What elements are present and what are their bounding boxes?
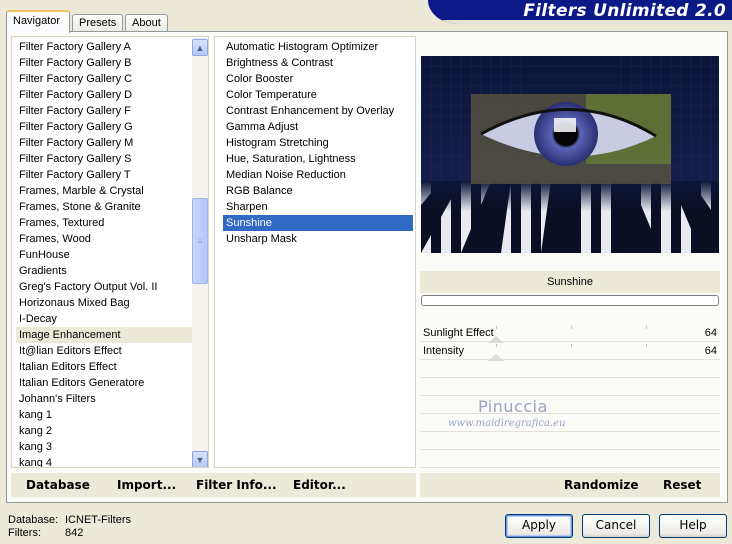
slider-value: 64	[704, 345, 717, 357]
help-button[interactable]: Help	[659, 514, 727, 538]
category-list[interactable]: Filter Factory Gallery A Filter Factory G…	[11, 36, 209, 468]
empty-slider-row	[420, 360, 720, 378]
filters-label: Filters:	[8, 527, 41, 539]
category-item[interactable]: Frames, Wood	[16, 231, 192, 247]
slider-tick	[496, 344, 497, 347]
watermark-name: Pinuccia	[478, 397, 548, 416]
database-info: Database: ICNET-Filters Filters: 842	[8, 514, 131, 540]
slider-tick	[646, 344, 647, 347]
tab-presets[interactable]: Presets	[72, 14, 123, 32]
filter-item[interactable]: Contrast Enhancement by Overlay	[223, 103, 413, 119]
category-item[interactable]: Filter Factory Gallery D	[16, 87, 192, 103]
empty-slider-row	[420, 432, 720, 450]
cancel-button[interactable]: Cancel	[582, 514, 650, 538]
slider-intensity[interactable]: Intensity 64	[420, 342, 720, 361]
empty-slider-row	[420, 396, 720, 414]
filter-item[interactable]: Brightness & Contrast	[223, 55, 413, 71]
category-item[interactable]: kang 4	[16, 455, 192, 467]
category-item[interactable]: Filter Factory Gallery F	[16, 103, 192, 119]
slider-tick	[646, 326, 647, 329]
filter-item[interactable]: Sunshine	[223, 215, 413, 231]
category-item[interactable]: Filter Factory Gallery G	[16, 119, 192, 135]
category-item[interactable]: Johann's Filters	[16, 391, 192, 407]
apply-button[interactable]: Apply	[505, 514, 573, 538]
tab-navigator[interactable]: Navigator	[6, 10, 70, 33]
filter-info-button[interactable]: Filter Info...	[196, 478, 277, 492]
slider-sunlight-effect[interactable]: Sunlight Effect 64	[420, 324, 720, 343]
category-item[interactable]: Filter Factory Gallery M	[16, 135, 192, 151]
category-item[interactable]: Filter Factory Gallery B	[16, 55, 192, 71]
category-item[interactable]: Frames, Stone & Granite	[16, 199, 192, 215]
category-item[interactable]: Image Enhancement	[16, 327, 192, 343]
filter-list[interactable]: Automatic Histogram Optimizer Brightness …	[214, 36, 416, 468]
filter-item[interactable]: Automatic Histogram Optimizer	[223, 39, 413, 55]
preview-toolbar: Randomize Reset	[420, 473, 720, 497]
progress-bar	[421, 295, 719, 306]
app-title: Filters Unlimited 2.0	[523, 1, 726, 21]
category-item[interactable]: kang 1	[16, 407, 192, 423]
reset-button[interactable]: Reset	[663, 478, 701, 492]
scroll-down-button[interactable]: ▼	[192, 451, 208, 467]
preview-image	[421, 56, 719, 253]
category-item[interactable]: Italian Editors Effect	[16, 359, 192, 375]
category-item[interactable]: It@lian Editors Effect	[16, 343, 192, 359]
scroll-thumb[interactable]: ≡	[192, 198, 208, 284]
slider-label: Intensity	[423, 345, 464, 357]
database-value: ICNET-Filters	[65, 514, 131, 526]
filter-item[interactable]: RGB Balance	[223, 183, 413, 199]
editor-button[interactable]: Editor...	[293, 478, 346, 492]
category-item[interactable]: Greg's Factory Output Vol. II	[16, 279, 192, 295]
watermark-url: www.maidiregrafica.eu	[448, 418, 566, 429]
category-item[interactable]: Horizonaus Mixed Bag	[16, 295, 192, 311]
database-button[interactable]: Database	[26, 478, 90, 492]
filter-item[interactable]: Color Temperature	[223, 87, 413, 103]
category-item[interactable]: Filter Factory Gallery T	[16, 167, 192, 183]
tab-about[interactable]: About	[125, 14, 168, 32]
category-item[interactable]: Filter Factory Gallery C	[16, 71, 192, 87]
tab-strip: Navigator Presets About	[6, 10, 176, 33]
import-button[interactable]: Import...	[117, 478, 176, 492]
list-toolbar: Database Import... Filter Info... Editor…	[11, 473, 416, 497]
filters-count: 842	[65, 527, 84, 539]
slider-value: 64	[704, 327, 717, 339]
empty-slider-row	[420, 378, 720, 396]
filter-item[interactable]: Hue, Saturation, Lightness	[223, 151, 413, 167]
database-label: Database:	[8, 514, 59, 526]
empty-slider-row	[420, 450, 720, 468]
category-item[interactable]: Frames, Textured	[16, 215, 192, 231]
slider-label: Sunlight Effect	[423, 327, 494, 339]
filter-item[interactable]: Gamma Adjust	[223, 119, 413, 135]
category-item[interactable]: Gradients	[16, 263, 192, 279]
filter-items: Automatic Histogram Optimizer Brightness …	[223, 39, 413, 247]
randomize-button[interactable]: Randomize	[564, 478, 638, 492]
category-item[interactable]: I-Decay	[16, 311, 192, 327]
category-item[interactable]: FunHouse	[16, 247, 192, 263]
slider-tick	[571, 344, 572, 347]
header-banner: Filters Unlimited 2.0	[428, 0, 732, 24]
grip-icon: ≡	[197, 236, 203, 246]
filter-item[interactable]: Unsharp Mask	[223, 231, 413, 247]
slider-tick	[496, 326, 497, 329]
filter-item[interactable]: Histogram Stretching	[223, 135, 413, 151]
category-item[interactable]: Italian Editors Generatore	[16, 375, 192, 391]
chevron-up-icon: ▲	[195, 42, 205, 53]
filter-item[interactable]: Median Noise Reduction	[223, 167, 413, 183]
chevron-down-icon: ▼	[195, 454, 205, 465]
slider-tick	[571, 326, 572, 329]
scroll-up-button[interactable]: ▲	[192, 39, 208, 56]
filter-item[interactable]: Sharpen	[223, 199, 413, 215]
category-scrollbar[interactable]: ▲ ≡ ▼	[192, 38, 208, 467]
category-item[interactable]: kang 3	[16, 439, 192, 455]
filter-item[interactable]: Color Booster	[223, 71, 413, 87]
category-item[interactable]: kang 2	[16, 423, 192, 439]
category-items: Filter Factory Gallery A Filter Factory G…	[16, 39, 192, 467]
category-item[interactable]: Filter Factory Gallery S	[16, 151, 192, 167]
current-filter-name: Sunshine	[420, 271, 720, 293]
category-item[interactable]: Filter Factory Gallery A	[16, 39, 192, 55]
category-item[interactable]: Frames, Marble & Crystal	[16, 183, 192, 199]
slider-panel: Sunlight Effect 64 Intensity 64	[420, 324, 720, 470]
